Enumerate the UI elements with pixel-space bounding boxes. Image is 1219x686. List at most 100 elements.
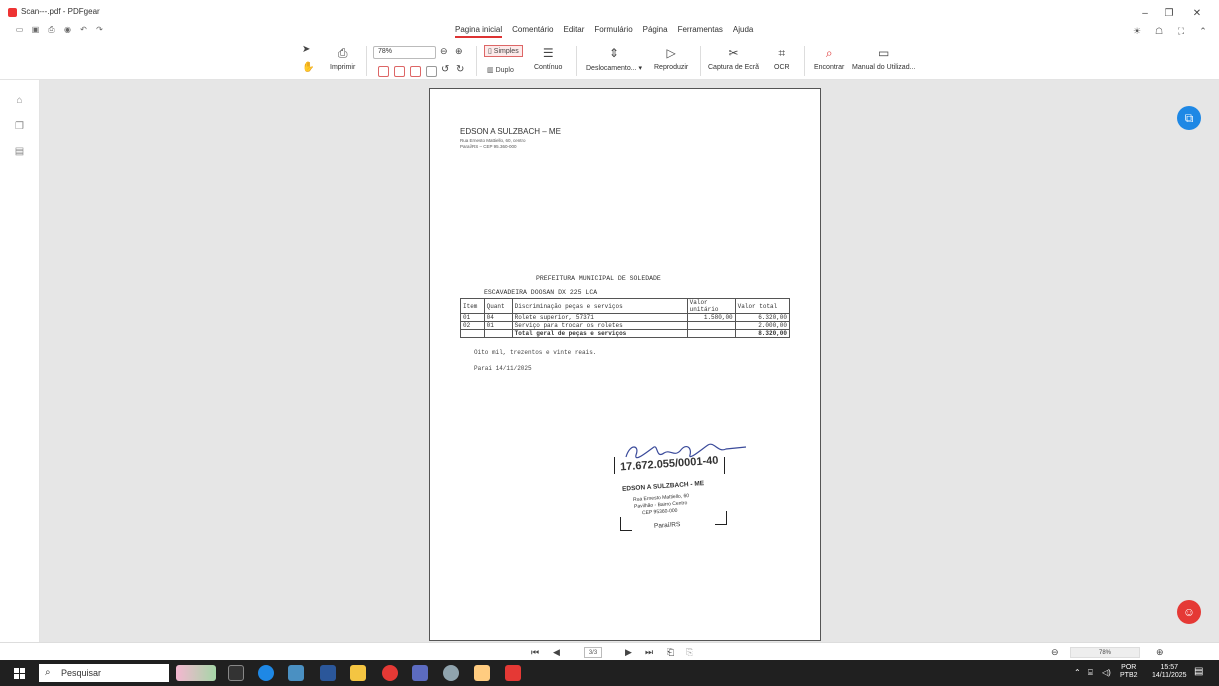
language-indicator[interactable]: POR PTB2 [1120, 664, 1138, 680]
zoom-out-icon[interactable]: ⊖ [440, 46, 448, 57]
cell-total-value: 2.000,00 [734, 321, 791, 330]
pdfgear-taskbar-icon[interactable] [505, 665, 521, 681]
stamp-corner-left [620, 517, 632, 531]
page-number: 3/3 [588, 650, 598, 656]
stamp-cep: CEP 95360-000 [641, 507, 678, 517]
stamp-corner-right [715, 511, 727, 525]
ai-assistant-icon[interactable]: ☺ [1177, 600, 1201, 624]
quick-access-toolbar: ▭ ▣ ⎙ ◉ ↶ ↷ [14, 24, 105, 35]
start-button[interactable] [14, 668, 25, 679]
redo-icon[interactable]: ↷ [94, 24, 105, 35]
rotate-left-icon[interactable]: ↺ [441, 64, 449, 75]
zoom-level: 78% [1098, 650, 1111, 656]
notes-app-icon[interactable] [474, 665, 490, 681]
print-label: Imprimir [330, 64, 356, 71]
find-button[interactable]: ⌕ Encontrar [814, 46, 844, 71]
zoom-select[interactable]: 78% [373, 46, 436, 59]
printer-icon: ⎙ [337, 46, 348, 60]
scroll-icon: ⇕ [609, 46, 620, 60]
menu-edit[interactable]: Editar [564, 25, 585, 38]
fit-visible-icon[interactable] [426, 66, 437, 77]
close-icon[interactable]: ✕ [1190, 8, 1204, 19]
comments-icon[interactable]: ▤ [14, 146, 25, 157]
notifications-icon[interactable]: ▤ [1194, 666, 1203, 677]
table-total-row: Total geral de peças e serviços 8.320,00 [460, 329, 791, 338]
zoom-in-icon[interactable]: ⊕ [455, 46, 463, 57]
account-icon[interactable]: ☖ [1152, 26, 1166, 37]
menu-help[interactable]: Ajuda [733, 25, 753, 38]
task-view-icon[interactable] [228, 665, 244, 681]
menu-page[interactable]: Página [643, 25, 668, 38]
settings-app-icon[interactable] [443, 665, 459, 681]
next-page-icon[interactable]: ▶ [625, 647, 632, 658]
restore-icon[interactable]: ❐ [1162, 8, 1176, 19]
open-folder-icon[interactable]: ▭ [14, 24, 25, 35]
cell-unit-value: 1.580,00 [686, 313, 736, 322]
first-page-icon[interactable]: ⏮ [531, 647, 539, 658]
col-description: Discriminação peças e serviços [511, 298, 688, 314]
hand-tool-icon[interactable]: ✋ [302, 62, 314, 73]
tray-chevron-icon[interactable]: ⌃ [1074, 668, 1081, 677]
capture-button[interactable]: ✂ Captura de Ecrã [708, 46, 759, 71]
undo-icon[interactable]: ↶ [78, 24, 89, 35]
thumbnails-icon[interactable]: ❐ [14, 121, 25, 132]
zoom-level-field[interactable]: 78% [1070, 647, 1140, 658]
col-unit-value: Valor unitário [686, 298, 736, 314]
amount-in-words: Oito mil, trezentos e vinte reais. [474, 349, 597, 356]
single-label: Simples [493, 48, 519, 55]
menu-comment[interactable]: Comentário [512, 25, 553, 38]
calculator-icon[interactable] [288, 665, 304, 681]
last-page-icon[interactable]: ⏭ [645, 647, 653, 658]
select-cursor-icon[interactable]: ➤ [302, 44, 310, 55]
prev-page-icon[interactable]: ◀ [553, 647, 560, 658]
cell-description: Rolete superior, 57371 [511, 313, 688, 322]
page-number-input[interactable]: 3/3 [584, 647, 602, 658]
continuous-button[interactable]: ☰ Contínuo [534, 46, 562, 71]
actual-size-icon[interactable] [410, 66, 421, 77]
table-row: 02 01 Serviço para trocar os roletes 2.0… [460, 321, 791, 330]
go-forward-icon[interactable]: ⎘ [686, 647, 693, 658]
fit-width-icon[interactable] [394, 66, 405, 77]
fullscreen-icon[interactable]: ⛶ [1174, 26, 1188, 37]
go-back-icon[interactable]: ⎗ [667, 647, 674, 658]
share-icon[interactable]: ◉ [62, 24, 73, 35]
zoom-out-bottom-icon[interactable]: ⊖ [1051, 647, 1059, 658]
menu-form[interactable]: Formulário [594, 25, 632, 38]
edge-icon[interactable] [258, 665, 274, 681]
stamp-city: Paraí/RS [653, 521, 681, 530]
cell-total-value: 6.320,00 [734, 313, 791, 322]
menu-tools[interactable]: Ferramentas [678, 25, 723, 38]
scroll-mode-button[interactable]: ⇕ Deslocamento... ▾ [586, 46, 642, 72]
theme-icon[interactable]: ☀ [1130, 26, 1144, 37]
print-button[interactable]: ⎙ Imprimir [330, 46, 355, 71]
widget-flowers-icon[interactable] [176, 665, 216, 681]
assistant-chat-icon[interactable]: ⧉ [1177, 106, 1201, 130]
file-explorer-icon[interactable] [350, 665, 366, 681]
col-item: Item [460, 298, 485, 314]
scroll-label: Deslocamento... ▾ [586, 65, 643, 72]
system-clock[interactable]: 15:57 14/11/2025 [1152, 664, 1187, 680]
taskbar-search[interactable]: ⌕ Pesquisar [39, 664, 169, 682]
table-header-row: Item Quant Discriminação peças e serviço… [460, 298, 791, 314]
chrome-icon[interactable] [382, 665, 398, 681]
menu-home[interactable]: Pagina inicial [455, 25, 503, 38]
single-page-button[interactable]: ▯ Simples [484, 45, 523, 57]
app-icon[interactable] [412, 665, 428, 681]
manual-button[interactable]: ▭ Manual do Utilizad... [852, 46, 915, 71]
total-label: Total geral de peças e serviços [511, 329, 688, 338]
collapse-ribbon-icon[interactable]: ⌃ [1196, 26, 1210, 37]
fit-page-icon[interactable] [378, 66, 389, 77]
bookmark-icon[interactable]: ⌂ [14, 95, 25, 106]
volume-icon[interactable]: ◁) [1102, 668, 1111, 677]
save-icon[interactable]: ▣ [30, 24, 41, 35]
minimize-icon[interactable]: – [1138, 8, 1152, 19]
rotate-right-icon[interactable]: ↻ [456, 64, 464, 75]
network-icon[interactable]: ⌸ [1088, 668, 1093, 678]
zoom-in-bottom-icon[interactable]: ⊕ [1156, 647, 1164, 658]
double-page-button[interactable]: ▥ Duplo [487, 66, 514, 74]
word-icon[interactable] [320, 665, 336, 681]
print-small-icon[interactable]: ⎙ [46, 24, 57, 35]
scissors-icon: ✂ [728, 46, 739, 60]
ocr-button[interactable]: ⌗ OCR [774, 46, 790, 71]
play-button[interactable]: ▷ Reproduzir [654, 46, 688, 71]
